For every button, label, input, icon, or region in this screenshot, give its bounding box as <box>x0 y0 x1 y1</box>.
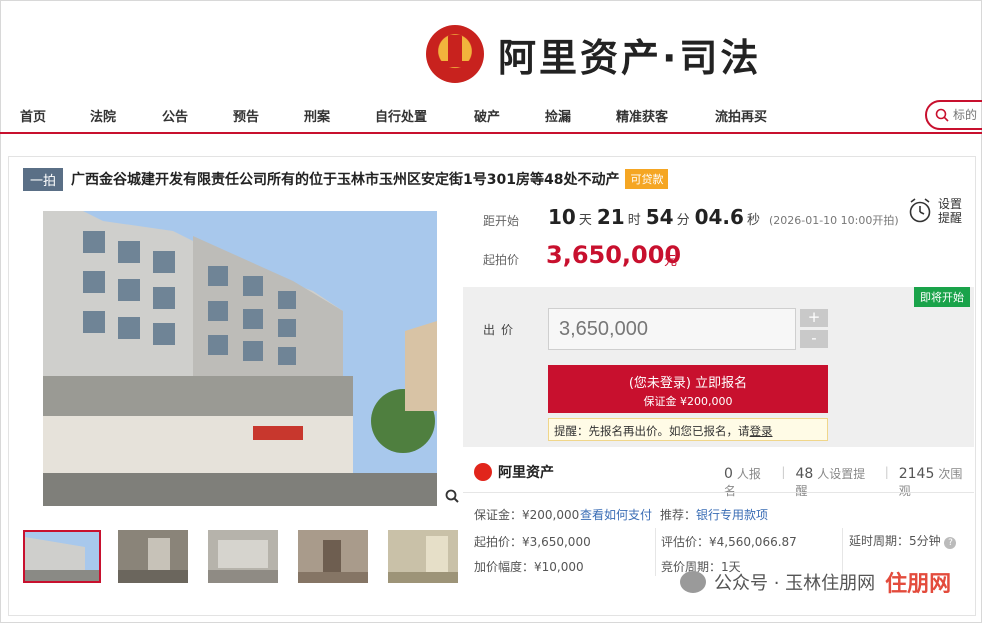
countdown-seconds-unit: 秒 <box>746 213 760 228</box>
countdown-timer: 10 天 21 时 54 分 04.6 秒 (2026-01-10 10:00开… <box>548 205 899 229</box>
watermark-text: 公众号 · 玉林住朋网 <box>714 573 876 594</box>
court-emblem-icon <box>426 25 484 83</box>
view-count: 2145 次围观 <box>898 466 963 498</box>
login-link[interactable]: 登录 <box>750 424 773 438</box>
signup-deposit-label: 保证金 ¥200,000 <box>643 395 733 408</box>
signup-count: 0 人报名 <box>724 466 761 498</box>
nav-item-preview[interactable]: 预告 <box>233 106 259 125</box>
thumbnail-building-image <box>25 532 99 581</box>
set-reminder-button[interactable]: 设置提醒 <box>908 197 964 225</box>
main-photo[interactable] <box>43 211 437 506</box>
how-to-pay-link[interactable]: 查看如何支付 <box>580 506 652 523</box>
decrease-bid-button[interactable]: - <box>800 330 828 348</box>
set-reminder-label: 设置提醒 <box>938 197 963 225</box>
start-price-unit: 元 <box>664 254 678 269</box>
thumbnail-interior-image <box>118 530 188 583</box>
item-title-row: 一拍 广西金谷城建开发有限责任公司所有的位于玉林市玉州区安定街1号301房等48… <box>23 167 669 191</box>
nav-item-criminal[interactable]: 刑案 <box>304 106 330 125</box>
countdown-minutes: 54 <box>645 205 674 229</box>
countdown-hours: 21 <box>596 205 625 229</box>
search-icon <box>935 108 949 122</box>
auction-stats: 0 人报名 | 48 人设置提醒 | 2145 次围观 <box>724 465 982 499</box>
reminder-count: 48 人设置提醒 <box>795 466 866 498</box>
deposit-info: 保证金：¥200,000 <box>474 508 580 522</box>
round-tag: 一拍 <box>23 167 64 191</box>
countdown-days: 10 <box>548 205 576 229</box>
stat-divider: | <box>884 465 889 479</box>
stat-divider: | <box>781 465 786 479</box>
search-box[interactable] <box>925 100 982 130</box>
section-divider <box>463 492 974 493</box>
item-title: 广西金谷城建开发有限责任公司所有的位于玉林市玉州区安定街1号301房等48处不动… <box>71 172 620 188</box>
recommend-info: 推荐：银行专用款项 <box>660 508 769 522</box>
bank-payment-link[interactable]: 银行专用款项 <box>696 508 768 522</box>
loan-badge: 可贷款 <box>625 169 669 189</box>
thumbnail-2[interactable] <box>118 530 196 583</box>
countdown-seconds: 04.6 <box>694 205 744 229</box>
brand-title: 阿里资产·司法 <box>498 35 762 80</box>
signup-button[interactable]: (您未登录) 立即报名 保证金 ¥200,000 <box>548 365 828 413</box>
watermark-logo: 住朋网 <box>885 572 952 597</box>
start-price-detail: 起拍价：¥3,650,000 <box>474 535 591 549</box>
appraisal-price: 评估价：¥4,560,066.87 <box>661 535 797 549</box>
main-nav: 首页 法院 公告 预告 刑案 自行处置 破产 捡漏 精准获客 流拍再买 <box>0 96 982 134</box>
search-input[interactable] <box>953 108 982 122</box>
bid-label: 出价 <box>483 323 520 337</box>
nav-item-precise-leads[interactable]: 精准获客 <box>616 106 668 125</box>
nav-item-rebuy[interactable]: 流拍再买 <box>715 106 767 125</box>
increase-bid-button[interactable]: + <box>800 309 828 327</box>
bid-amount-input[interactable] <box>548 308 796 350</box>
help-icon[interactable]: ? <box>944 537 957 549</box>
wechat-icon <box>680 571 706 593</box>
login-tip-text: 提醒：先报名再出价。如您已报名，请 <box>554 424 750 438</box>
countdown-hours-unit: 时 <box>627 213 641 228</box>
nav-item-bargain[interactable]: 捡漏 <box>545 106 571 125</box>
nav-item-court[interactable]: 法院 <box>90 106 116 125</box>
signup-button-label: (您未登录) 立即报名 <box>628 376 748 391</box>
countdown-label: 距开始 <box>483 214 520 228</box>
start-price-value: 3,650,000 <box>546 241 682 269</box>
login-tip: 提醒：先报名再出价。如您已报名，请登录 <box>548 418 828 441</box>
nav-item-bankruptcy[interactable]: 破产 <box>474 106 500 125</box>
ali-assets-logo: 阿里资产 <box>474 462 554 482</box>
thumbnail-corridor-image <box>298 530 368 583</box>
column-divider <box>655 528 656 576</box>
thumbnail-3[interactable] <box>208 530 286 583</box>
thumbnail-hall-image <box>388 530 458 583</box>
thumbnail-4[interactable] <box>298 530 376 583</box>
ali-assets-brand: 阿里资产 <box>498 465 554 481</box>
status-badge: 即将开始 <box>914 287 970 307</box>
thumbnail-1[interactable] <box>23 530 101 583</box>
thumbnail-5[interactable] <box>388 530 466 583</box>
nav-item-notice[interactable]: 公告 <box>162 106 188 125</box>
delay-period: 延时周期：5分钟 ? <box>849 532 957 549</box>
wechat-watermark: 公众号 · 玉林住朋网 住朋网 <box>680 566 951 598</box>
brand-header[interactable]: 阿里资产·司法 <box>426 22 761 86</box>
thumbnail-room-image <box>208 530 278 583</box>
building-photo-image <box>43 211 437 506</box>
nav-item-self-disposal[interactable]: 自行处置 <box>375 106 427 125</box>
auction-start-time: (2026-01-10 10:00开拍) <box>768 214 899 227</box>
zoom-button[interactable] <box>441 486 463 506</box>
countdown-days-unit: 天 <box>578 213 592 228</box>
start-price-label: 起拍价 <box>483 253 520 267</box>
countdown-minutes-unit: 分 <box>676 213 690 228</box>
ali-logo-icon <box>474 463 492 481</box>
magnifier-icon <box>445 489 459 503</box>
bid-increment: 加价幅度：¥10,000 <box>474 560 584 574</box>
nav-item-home[interactable]: 首页 <box>20 106 46 125</box>
alarm-clock-icon <box>909 198 931 223</box>
